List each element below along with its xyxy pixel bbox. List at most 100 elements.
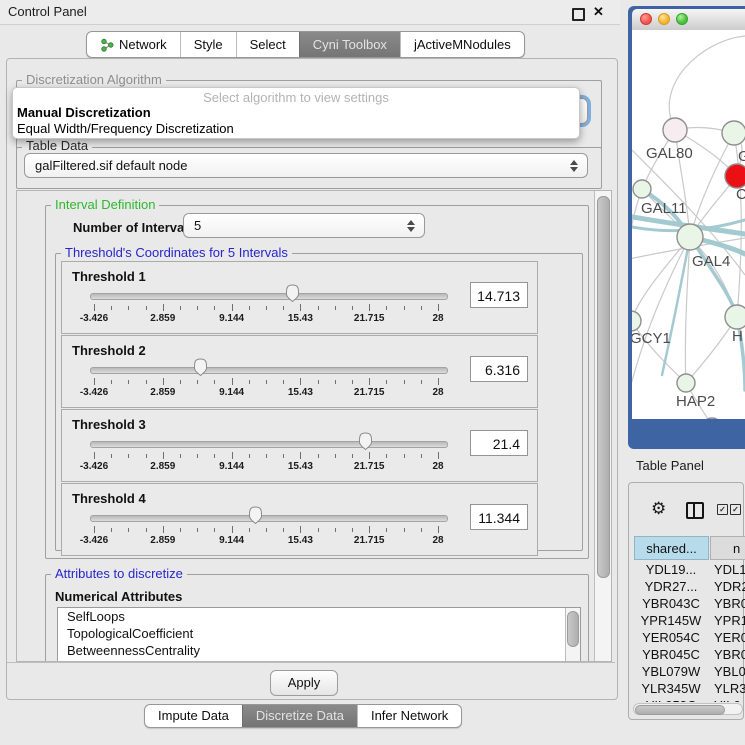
threshold-3-slider-track[interactable] [90,441,448,448]
numerical-attributes-list[interactable]: SelfLoopsTopologicalCoefficientBetweenne… [57,607,581,662]
table-row[interactable]: YBR045C YBR0 [634,646,745,663]
cell-shared-name[interactable]: YLR345W [634,680,708,697]
network-node[interactable] [702,418,722,419]
attribute-list-item[interactable]: SelfLoops [58,608,580,625]
slider-tick-label: 9.144 [219,535,244,546]
tab-jactivemnodules[interactable]: jActiveMNodules [400,32,524,57]
network-node[interactable] [633,180,651,198]
column-layout-icon[interactable] [686,502,704,519]
cell-name[interactable]: YBL0 [714,663,745,680]
threshold-2-value-field[interactable]: 6.316 [470,356,528,382]
slider-tick [300,526,301,533]
list-vertical-scrollbar[interactable] [565,608,580,662]
attribute-list-item[interactable]: TopologicalCoefficient [58,625,580,642]
cell-name[interactable]: YDR2 [714,578,745,595]
threshold-2-slider-thumb[interactable] [193,358,208,376]
dropdown-option-equal-width-frequency[interactable]: Equal Width/Frequency Discretization [17,121,234,136]
network-node[interactable] [663,118,687,142]
cell-shared-name[interactable]: YIL052C [634,697,708,702]
tab-cyni-toolbox[interactable]: Cyni Toolbox [299,32,400,57]
tab-network-label: Network [119,32,167,57]
cell-name[interactable]: YPR1 [714,612,745,629]
table-row[interactable]: YLR345W YLR3 [634,680,745,697]
threshold-1-slider-thumb[interactable] [285,284,300,302]
threshold-4-value-field[interactable]: 11.344 [470,504,528,530]
table-data-combobox[interactable]: galFiltered.sif default node [24,153,588,178]
threshold-3-slider-thumb[interactable] [358,432,373,450]
slider-tick-label: 21.715 [354,461,385,472]
tab-discretize-data[interactable]: Discretize Data [242,705,357,727]
slider-tick [369,304,370,311]
list-scrollbar-thumb[interactable] [567,611,579,647]
table-row[interactable]: YBR043C YBR0 [634,595,745,612]
float-window-icon[interactable] [572,8,585,21]
cell-shared-name[interactable]: YDL19... [634,561,708,578]
threshold-3-value-field[interactable]: 21.4 [470,430,528,456]
table-hscrollbar-thumb[interactable] [635,705,725,715]
attribute-list-item[interactable]: BetweennessCentrality [58,642,580,659]
cell-shared-name[interactable]: YBR043C [634,595,708,612]
zoom-traffic-light-icon[interactable] [676,13,688,25]
slider-tick [300,452,301,459]
network-canvas[interactable]: GAL80GACGAL11GAL4GCY1HHAP2 [632,30,745,419]
column-header-shared-name[interactable]: shared... [634,536,709,560]
apply-button[interactable]: Apply [270,670,338,696]
cell-name[interactable]: YIL0 [714,697,745,702]
table-row[interactable]: YPR145W YPR1 [634,612,745,629]
tab-network[interactable]: Network [87,32,180,57]
settings-gear-icon[interactable]: ⚙ [651,501,666,518]
tab-style[interactable]: Style [180,32,236,57]
close-icon[interactable]: ✕ [593,4,604,20]
table-row[interactable]: YDL19... YDL1 [634,561,745,578]
number-of-intervals-combobox[interactable]: 5 [183,213,425,238]
threshold-4-slider-thumb[interactable] [248,506,263,524]
threshold-1-slider-track[interactable] [90,293,448,300]
algorithm-dropdown-popup: Select algorithm to view settings Manual… [12,87,580,139]
cell-name[interactable]: YER0 [714,629,745,646]
cell-shared-name[interactable]: YBR045C [634,646,708,663]
network-node[interactable] [725,305,745,329]
threshold-1-value-field[interactable]: 14.713 [470,282,528,308]
table-body: YDL19...YDL1YDR27...YDR2YBR043CYBR0YPR14… [634,561,745,702]
network-node[interactable] [677,224,703,250]
cell-name[interactable]: YDL1 [714,561,745,578]
cell-name[interactable]: YLR3 [714,680,745,697]
settings-vertical-scrollbar[interactable] [594,191,611,661]
network-node[interactable] [722,121,745,145]
cell-name[interactable]: YBR0 [714,646,745,663]
table-row[interactable]: YIL052C YIL0 [634,697,745,702]
thresholds-group-title: Threshold's Coordinates for 5 Intervals [61,246,292,260]
cell-name[interactable]: YBR0 [714,595,745,612]
tab-select[interactable]: Select [236,32,299,57]
table-horizontal-scrollbar[interactable] [633,703,743,715]
close-traffic-light-icon[interactable] [640,13,652,25]
cell-shared-name[interactable]: YER054C [634,629,708,646]
settings-scrollbar-thumb[interactable] [597,196,610,578]
network-node[interactable] [632,311,641,331]
checkbox-icon[interactable]: ✓ [730,504,741,515]
network-node-label: GAL80 [646,145,693,162]
tab-impute-data[interactable]: Impute Data [145,705,242,727]
threshold-4-slider-track[interactable] [90,515,448,522]
network-node[interactable] [725,164,745,188]
minimize-traffic-light-icon[interactable] [658,13,670,25]
cell-shared-name[interactable]: YBL079W [634,663,708,680]
slider-tick [128,528,129,532]
table-row[interactable]: YER054C YER0 [634,629,745,646]
dropdown-option-manual-discretization[interactable]: Manual Discretization [17,105,151,120]
slider-tick [146,528,147,532]
cell-shared-name[interactable]: YPR145W [634,612,708,629]
network-node[interactable] [677,374,695,392]
checkbox-icon[interactable]: ✓ [717,504,728,515]
slider-tick [438,304,439,311]
cell-shared-name[interactable]: YDR27... [634,578,708,595]
table-row[interactable]: YDR27... YDR2 [634,578,745,595]
network-node-label: H [732,328,743,345]
discretization-algorithm-group-title: Discretization Algorithm [22,73,166,87]
slider-tick-labels: -3.4262.8599.14415.4321.71528 [94,313,438,325]
column-header-name[interactable]: n [710,536,745,560]
slider-tick [94,378,95,385]
tab-infer-network[interactable]: Infer Network [357,705,461,727]
table-row[interactable]: YBL079W YBL0 [634,663,745,680]
threshold-2-slider-track[interactable] [90,367,448,374]
